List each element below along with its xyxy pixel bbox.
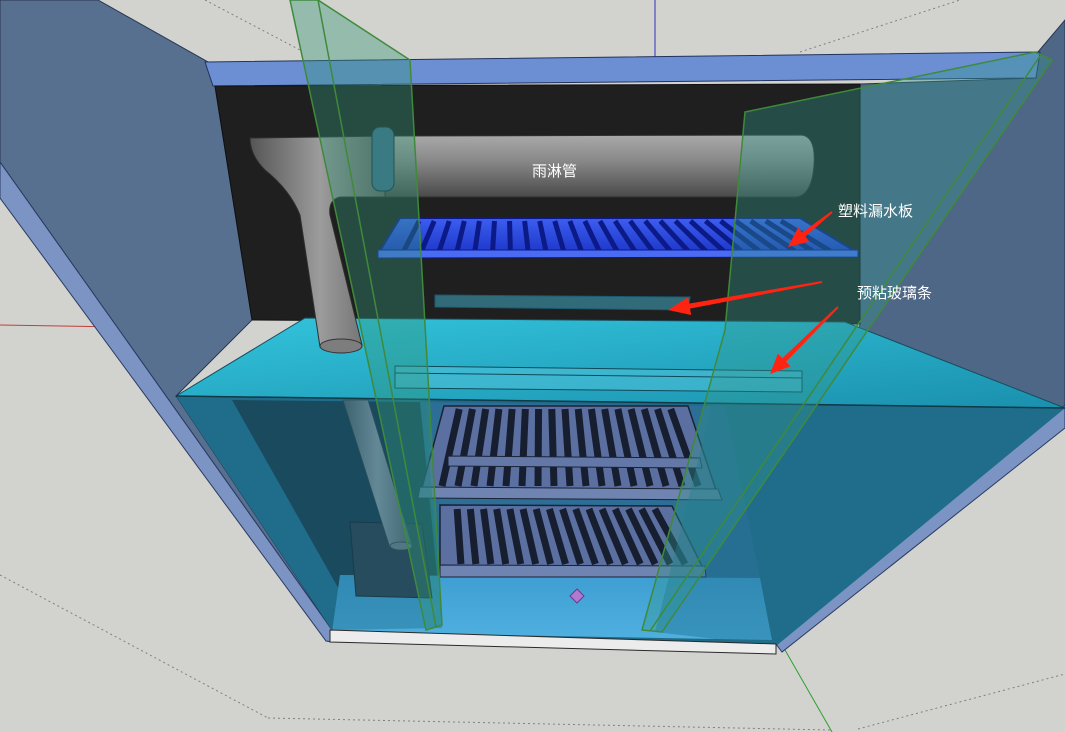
rain-pipe-end-cap bbox=[319, 338, 363, 354]
glass-strip-upper bbox=[434, 294, 691, 311]
grid-slot bbox=[534, 408, 543, 487]
lower-grid-upper bbox=[417, 405, 723, 501]
label-drain-plate: 塑料漏水板 bbox=[838, 202, 913, 220]
drain-plate-slot bbox=[507, 220, 513, 252]
drain-plate-slot bbox=[522, 220, 531, 252]
grid-slot bbox=[548, 408, 558, 487]
grid-slot bbox=[518, 408, 529, 487]
grid-front-rail bbox=[417, 486, 723, 501]
label-rain-pipe: 雨淋管 bbox=[532, 162, 577, 180]
grid-back-rail bbox=[447, 455, 703, 469]
grid-slot bbox=[453, 508, 465, 565]
drain-plate-slot bbox=[490, 220, 497, 252]
grid-slot bbox=[561, 408, 574, 487]
aquarium-filter-3d-diagram: 雨淋管 塑料漏水板 预粘玻璃条 bbox=[0, 0, 1065, 732]
label-glass-strip: 预粘玻璃条 bbox=[857, 284, 932, 302]
